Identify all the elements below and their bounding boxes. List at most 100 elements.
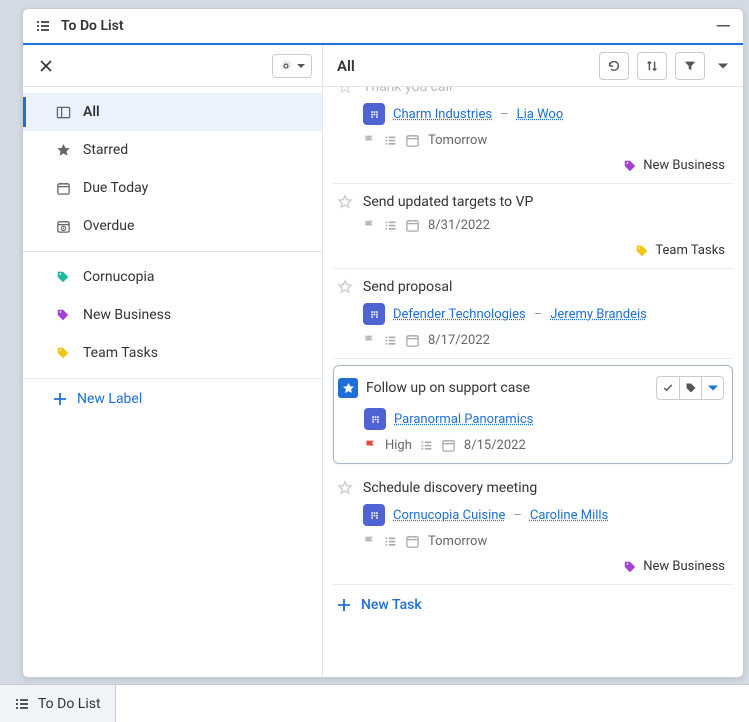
tag-icon xyxy=(623,560,637,574)
close-button[interactable] xyxy=(33,55,59,77)
sort-button[interactable] xyxy=(637,52,667,80)
task-title: Thank you call xyxy=(363,87,452,95)
funnel-icon xyxy=(683,59,697,73)
list-icon xyxy=(384,535,397,548)
refresh-icon xyxy=(607,59,621,73)
account-icon xyxy=(363,504,385,526)
task-label[interactable]: Team Tasks xyxy=(635,237,725,258)
calendar-icon xyxy=(441,438,456,453)
sidebar-item-label: All xyxy=(83,104,100,120)
task-actions xyxy=(656,376,724,400)
star-icon xyxy=(55,143,71,158)
list-icon xyxy=(384,134,397,147)
complete-button[interactable] xyxy=(657,377,679,399)
filter-button[interactable] xyxy=(675,52,705,80)
panel-icon xyxy=(55,105,71,120)
tag-icon xyxy=(55,346,71,360)
task-date: 8/15/2022 xyxy=(464,438,526,453)
task-menu-button[interactable] xyxy=(701,377,723,399)
star-toggle[interactable] xyxy=(337,279,355,295)
sidebar-label-cornucopia[interactable]: Cornucopia xyxy=(23,258,322,296)
star-toggle[interactable] xyxy=(337,87,355,95)
minimize-button[interactable]: — xyxy=(715,21,731,31)
task-date: 8/17/2022 xyxy=(428,333,490,348)
task-title: Schedule discovery meeting xyxy=(363,480,537,496)
sidebar-filter-overdue[interactable]: Overdue xyxy=(23,207,322,245)
task-date: Tomorrow xyxy=(428,534,487,549)
calendar-icon xyxy=(405,534,420,549)
account-icon xyxy=(363,103,385,125)
account-link[interactable]: Defender Technologies xyxy=(393,307,526,322)
task-label-text: New Business xyxy=(643,559,725,574)
list-icon xyxy=(420,439,433,452)
sidebar-item-label: Overdue xyxy=(83,218,134,234)
task-item[interactable]: Follow up on support case Paranormal Pano… xyxy=(333,365,733,464)
task-label-text: Team Tasks xyxy=(655,243,725,258)
gear-icon xyxy=(279,59,293,73)
priority-text: High xyxy=(385,438,412,453)
tag-icon xyxy=(635,244,649,258)
new-label-button[interactable]: New Label xyxy=(23,379,322,419)
settings-menu-button[interactable] xyxy=(272,54,312,78)
star-toggle[interactable] xyxy=(337,194,355,210)
flag-icon xyxy=(363,134,376,147)
refresh-button[interactable] xyxy=(599,52,629,80)
account-icon xyxy=(364,408,386,430)
task-item[interactable]: Thank you callCharm Industries–Lia WooTo… xyxy=(333,87,733,184)
flag-icon xyxy=(363,535,376,548)
sidebar-item-label: Due Today xyxy=(83,180,148,196)
contact-link[interactable]: Caroline Mills xyxy=(530,508,608,523)
panel-heading: All xyxy=(333,57,355,75)
bottom-tab-label: To Do List xyxy=(38,696,101,712)
window-title: To Do List xyxy=(61,18,124,34)
todo-list-icon xyxy=(35,18,51,34)
new-task-button[interactable]: New Task xyxy=(333,585,733,625)
calendar-icon xyxy=(405,133,420,148)
sidebar-item-label: Starred xyxy=(83,142,128,158)
task-item[interactable]: Send proposalDefender Technologies–Jerem… xyxy=(333,269,733,359)
task-title: Send updated targets to VP xyxy=(363,194,533,210)
sidebar-item-label: Cornucopia xyxy=(83,269,154,285)
list-icon xyxy=(384,219,397,232)
task-item[interactable]: Send updated targets to VP 8/31/2022 Team … xyxy=(333,184,733,269)
contact-link[interactable]: Jeremy Brandeis xyxy=(550,307,647,322)
account-link[interactable]: Charm Industries xyxy=(393,107,492,122)
task-item[interactable]: Schedule discovery meeting Cornucopia Cui… xyxy=(333,470,733,585)
sidebar-item-label: New Business xyxy=(83,307,171,323)
account-icon xyxy=(363,303,385,325)
task-label[interactable]: New Business xyxy=(623,152,725,173)
sidebar-label-team-tasks[interactable]: Team Tasks xyxy=(23,334,322,372)
account-link[interactable]: Cornucopia Cuisine xyxy=(393,508,505,523)
task-date: 8/31/2022 xyxy=(428,218,490,233)
sidebar-item-label: Team Tasks xyxy=(83,345,158,361)
new-label-text: New Label xyxy=(77,391,142,407)
sidebar-filter-starred[interactable]: Starred xyxy=(23,131,322,169)
task-title: Follow up on support case xyxy=(366,380,530,396)
todo-list-icon xyxy=(14,696,30,712)
bottom-tab-todo-list[interactable]: To Do List xyxy=(0,685,116,722)
star-toggle[interactable] xyxy=(338,378,358,398)
overdue-icon xyxy=(55,219,71,234)
new-task-text: New Task xyxy=(361,597,422,613)
sidebar-filter-due-today[interactable]: Due Today xyxy=(23,169,322,207)
chevron-down-icon xyxy=(718,61,728,71)
priority-flag-icon xyxy=(364,439,377,452)
task-label-text: New Business xyxy=(643,158,725,173)
flag-icon xyxy=(363,334,376,347)
contact-link[interactable]: Lia Woo xyxy=(517,107,564,122)
task-label[interactable]: New Business xyxy=(623,553,725,574)
sidebar-filter-all[interactable]: All xyxy=(23,93,322,131)
plus-icon xyxy=(337,598,351,612)
tag-icon xyxy=(55,308,71,322)
calendar-icon xyxy=(55,181,71,196)
account-link[interactable]: Paranormal Panoramics xyxy=(394,412,533,427)
calendar-icon xyxy=(405,218,420,233)
flag-icon xyxy=(363,219,376,232)
plus-icon xyxy=(53,392,67,406)
chevron-down-icon xyxy=(297,62,305,70)
more-menu-button[interactable] xyxy=(713,52,733,80)
tag-button[interactable] xyxy=(679,377,701,399)
star-toggle[interactable] xyxy=(337,480,355,496)
tag-icon xyxy=(55,270,71,284)
sidebar-label-new-business[interactable]: New Business xyxy=(23,296,322,334)
